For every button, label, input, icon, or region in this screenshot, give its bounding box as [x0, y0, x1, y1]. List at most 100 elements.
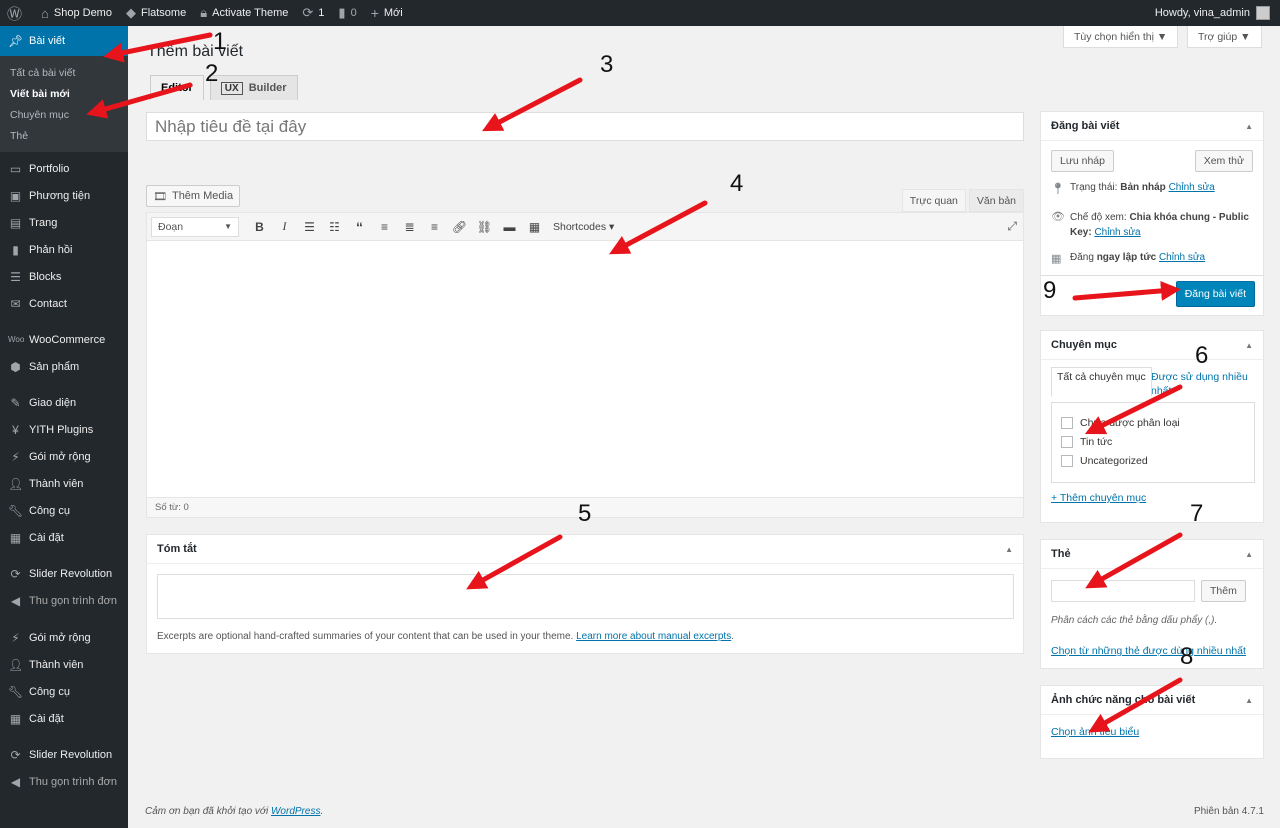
learn-more-link[interactable]: Learn more about manual excerpts: [576, 631, 731, 642]
link-button[interactable]: 🔗︎: [447, 216, 472, 238]
add-tag-button[interactable]: Thêm: [1201, 580, 1246, 602]
bullet-list-button[interactable]: ☰: [297, 216, 322, 238]
menu-media[interactable]: ▣ Phương tiện: [0, 182, 128, 209]
align-left-button[interactable]: ≡: [372, 216, 397, 238]
tags-box: Thẻ ▲ Thêm Phân cách các thẻ bằng dấu ph…: [1040, 539, 1264, 669]
menu-slider-revolution-duplicate[interactable]: ⟳ Slider Revolution: [0, 741, 128, 768]
menu-label: Thành viên: [29, 477, 84, 490]
tags-header[interactable]: Thẻ ▲: [1041, 540, 1263, 569]
add-media-button[interactable]: 🎞︎ Thêm Media: [146, 185, 241, 207]
site-name-menu[interactable]: ⌂ Shop Demo: [34, 0, 119, 26]
menu-posts[interactable]: 📌︎ Bài viết: [0, 26, 128, 56]
menu-portfolio[interactable]: ▭ Portfolio: [0, 155, 128, 182]
submenu-tags[interactable]: Thẻ: [0, 125, 128, 146]
menu-users[interactable]: 👤︎ Thành viên: [0, 470, 128, 497]
menu-blocks[interactable]: ☰ Blocks: [0, 263, 128, 290]
blockquote-button[interactable]: “: [347, 216, 372, 238]
submenu-categories[interactable]: Chuyên mục: [0, 104, 128, 125]
comments-menu[interactable]: ▮ 0: [331, 0, 363, 26]
plugin-icon: ⚡︎: [11, 630, 20, 645]
menu-slider-revolution[interactable]: ⟳ Slider Revolution: [0, 560, 128, 587]
menu-appearance[interactable]: ✎ Giao diện: [0, 389, 128, 416]
menu-pages[interactable]: ▤ Trang: [0, 209, 128, 236]
post-title-input[interactable]: Nhập tiêu đề tại đây: [146, 112, 1024, 141]
menu-plugins[interactable]: ⚡︎ Gói mở rộng: [0, 443, 128, 470]
edit-status-link[interactable]: Chỉnh sửa: [1169, 182, 1215, 193]
shortcodes-dropdown[interactable]: Shortcodes ▾: [553, 221, 614, 233]
wp-logo-menu[interactable]: Ⓦ: [0, 0, 34, 26]
tag-input[interactable]: [1051, 580, 1195, 602]
checkbox[interactable]: [1061, 436, 1073, 448]
add-category-link[interactable]: + Thêm chuyên mục: [1051, 492, 1146, 504]
categories-box: Chuyên mục ▲ Tất cả chuyên mục Được sử d…: [1040, 330, 1264, 523]
tab-ux-builder[interactable]: UX Builder: [209, 75, 298, 100]
featured-image-header[interactable]: Ảnh chức năng cho bài viết ▲: [1041, 686, 1263, 715]
excerpt-title: Tóm tắt: [157, 543, 197, 555]
preview-button[interactable]: Xem thử: [1194, 150, 1253, 172]
toggle-arrow-icon[interactable]: ▲: [1245, 550, 1253, 559]
edit-visibility-link[interactable]: Chỉnh sửa: [1094, 227, 1140, 238]
help-button[interactable]: Trợ giúp ▼: [1187, 26, 1262, 48]
align-right-button[interactable]: ≡: [422, 216, 447, 238]
new-content-menu[interactable]: + Mới: [364, 0, 410, 26]
activate-theme-menu[interactable]: 🔒︎ Activate Theme: [193, 0, 295, 26]
updates-menu[interactable]: ⟳ 1: [295, 0, 331, 26]
category-item[interactable]: Tin tức: [1061, 436, 1112, 448]
menu-woocommerce[interactable]: Woo WooCommerce: [0, 326, 128, 353]
menu-collapse[interactable]: ◀ Thu gọn trình đơn: [0, 587, 128, 614]
editor-content[interactable]: [147, 242, 1023, 498]
checkbox[interactable]: [1061, 455, 1073, 467]
tab-editor[interactable]: Editor: [150, 75, 204, 100]
save-draft-button[interactable]: Lưu nháp: [1051, 150, 1114, 172]
edit-schedule-link[interactable]: Chỉnh sửa: [1159, 252, 1205, 263]
tab-all-categories[interactable]: Tất cả chuyên mục: [1051, 367, 1152, 397]
screen-options-button[interactable]: Tùy chọn hiển thị ▼: [1063, 26, 1179, 48]
submenu-add-new[interactable]: Viết bài mới: [0, 83, 128, 104]
menu-contact[interactable]: ✉ Contact: [0, 290, 128, 317]
annotation-number: 2: [205, 60, 219, 87]
submenu-all-posts[interactable]: Tất cả bài viết: [0, 62, 128, 83]
menu-tools[interactable]: 🔧︎ Công cụ: [0, 497, 128, 524]
excerpt-header[interactable]: Tóm tắt ▲: [147, 535, 1023, 564]
choose-tags-link[interactable]: Chọn từ những thẻ được dùng nhiều nhất: [1051, 645, 1246, 657]
publish-button[interactable]: Đăng bài viết: [1175, 281, 1255, 307]
align-center-button[interactable]: ≣: [397, 216, 422, 238]
menu-settings-duplicate[interactable]: ▦ Cài đặt: [0, 705, 128, 732]
publish-header[interactable]: Đăng bài viết ▲: [1041, 112, 1263, 141]
toggle-arrow-icon[interactable]: ▲: [1245, 122, 1253, 131]
checkbox[interactable]: [1061, 417, 1073, 429]
set-featured-image-link[interactable]: Chọn ảnh tiêu biểu: [1051, 726, 1139, 738]
toggle-arrow-icon[interactable]: ▲: [1245, 341, 1253, 350]
category-item[interactable]: Uncategorized: [1061, 455, 1148, 467]
toggle-arrow-icon[interactable]: ▲: [1245, 696, 1253, 705]
my-account-menu[interactable]: Howdy, vina_admin: [1148, 0, 1280, 26]
flatsome-menu[interactable]: ◆ Flatsome: [119, 0, 193, 26]
tab-text[interactable]: Văn bản: [968, 189, 1024, 212]
read-more-button[interactable]: ▬: [497, 216, 522, 238]
menu-collapse-duplicate[interactable]: ◀ Thu gọn trình đơn: [0, 768, 128, 795]
excerpt-textarea[interactable]: [157, 574, 1014, 619]
menu-yith[interactable]: ¥ YITH Plugins: [0, 416, 128, 443]
toolbar-toggle-button[interactable]: ▦: [522, 216, 547, 238]
toggle-arrow-icon[interactable]: ▲: [1005, 545, 1013, 554]
tab-visual[interactable]: Trực quan: [901, 189, 966, 212]
menu-settings[interactable]: ▦ Cài đặt: [0, 524, 128, 551]
media-icon: ▣: [9, 188, 22, 203]
category-item[interactable]: Chưa được phân loại: [1061, 417, 1180, 429]
numbered-list-button[interactable]: ☷: [322, 216, 347, 238]
menu-tools-duplicate[interactable]: 🔧︎ Công cụ: [0, 678, 128, 705]
format-select[interactable]: Đoạn ▼: [151, 216, 239, 237]
fullscreen-icon[interactable]: ⤢: [1007, 219, 1017, 234]
menu-comments[interactable]: ▮ Phản hồi: [0, 236, 128, 263]
menu-plugins-duplicate[interactable]: ⚡︎ Gói mở rộng: [0, 624, 128, 651]
annotation-number: 9: [1043, 277, 1057, 304]
menu-users-duplicate[interactable]: 👤︎ Thành viên: [0, 651, 128, 678]
updates-icon: ⟳: [302, 5, 314, 20]
unlink-button[interactable]: ⛓︎: [472, 216, 497, 238]
bold-button[interactable]: B: [247, 216, 272, 238]
categories-header[interactable]: Chuyên mục ▲: [1041, 331, 1263, 360]
italic-button[interactable]: I: [272, 216, 297, 238]
tab-most-used[interactable]: Được sử dụng nhiều nhất: [1151, 370, 1255, 398]
wordpress-link[interactable]: WordPress: [271, 806, 320, 817]
menu-products[interactable]: ⬢ Sản phẩm: [0, 353, 128, 380]
